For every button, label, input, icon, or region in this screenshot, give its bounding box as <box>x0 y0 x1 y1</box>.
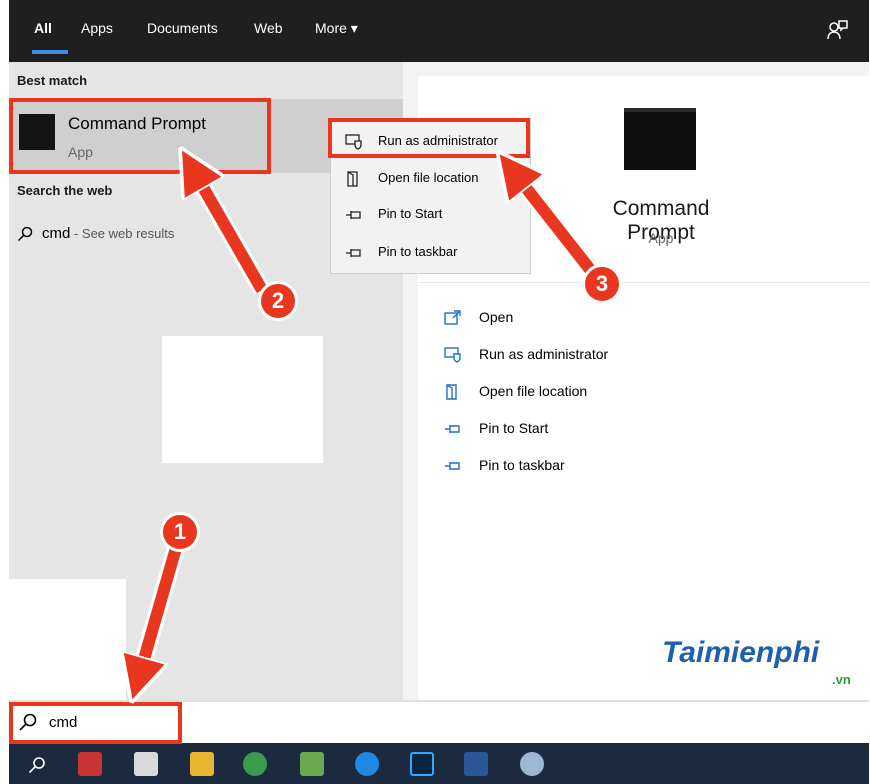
step-badge-1: 1 <box>160 512 200 552</box>
arrow-2 <box>192 168 268 293</box>
step-badge-3: 3 <box>582 264 622 304</box>
arrow-1 <box>138 546 182 680</box>
arrow-3 <box>512 170 597 276</box>
step-badge-2: 2 <box>258 281 298 321</box>
annotation-arrows <box>0 0 600 784</box>
